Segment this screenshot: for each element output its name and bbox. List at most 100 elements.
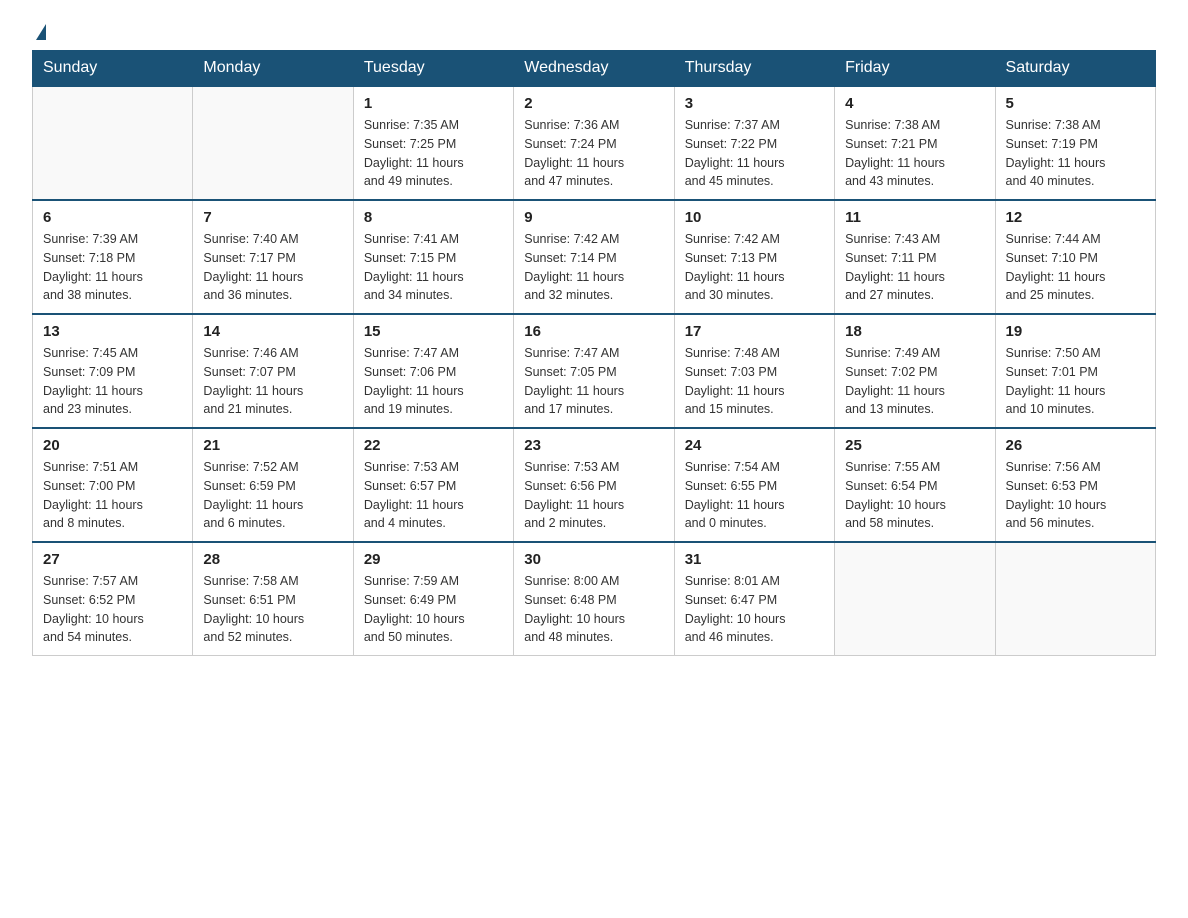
day-number: 25	[845, 437, 984, 454]
weekday-header-wednesday: Wednesday	[514, 51, 674, 87]
weekday-header-tuesday: Tuesday	[353, 51, 513, 87]
day-number: 23	[524, 437, 663, 454]
calendar-cell: 24 Sunrise: 7:54 AM Sunset: 6:55 PM Dayli…	[674, 428, 834, 542]
calendar-cell: 4 Sunrise: 7:38 AM Sunset: 7:21 PM Daylig…	[835, 86, 995, 200]
day-info: Sunrise: 7:35 AM Sunset: 7:25 PM Dayligh…	[364, 116, 503, 191]
day-number: 24	[685, 437, 824, 454]
day-number: 8	[364, 209, 503, 226]
day-info: Sunrise: 7:44 AM Sunset: 7:10 PM Dayligh…	[1006, 230, 1145, 305]
day-info: Sunrise: 7:42 AM Sunset: 7:14 PM Dayligh…	[524, 230, 663, 305]
calendar-cell: 9 Sunrise: 7:42 AM Sunset: 7:14 PM Daylig…	[514, 200, 674, 314]
day-number: 12	[1006, 209, 1145, 226]
calendar-cell: 13 Sunrise: 7:45 AM Sunset: 7:09 PM Dayli…	[33, 314, 193, 428]
day-number: 30	[524, 551, 663, 568]
day-info: Sunrise: 7:42 AM Sunset: 7:13 PM Dayligh…	[685, 230, 824, 305]
day-number: 28	[203, 551, 342, 568]
day-number: 31	[685, 551, 824, 568]
calendar-cell: 27 Sunrise: 7:57 AM Sunset: 6:52 PM Dayli…	[33, 542, 193, 656]
calendar-cell: 20 Sunrise: 7:51 AM Sunset: 7:00 PM Dayli…	[33, 428, 193, 542]
calendar-cell: 28 Sunrise: 7:58 AM Sunset: 6:51 PM Dayli…	[193, 542, 353, 656]
day-info: Sunrise: 7:55 AM Sunset: 6:54 PM Dayligh…	[845, 458, 984, 533]
day-info: Sunrise: 7:49 AM Sunset: 7:02 PM Dayligh…	[845, 344, 984, 419]
day-info: Sunrise: 7:36 AM Sunset: 7:24 PM Dayligh…	[524, 116, 663, 191]
day-info: Sunrise: 7:53 AM Sunset: 6:56 PM Dayligh…	[524, 458, 663, 533]
day-number: 17	[685, 323, 824, 340]
day-number: 21	[203, 437, 342, 454]
calendar-cell: 7 Sunrise: 7:40 AM Sunset: 7:17 PM Daylig…	[193, 200, 353, 314]
day-info: Sunrise: 7:46 AM Sunset: 7:07 PM Dayligh…	[203, 344, 342, 419]
day-info: Sunrise: 7:53 AM Sunset: 6:57 PM Dayligh…	[364, 458, 503, 533]
day-info: Sunrise: 7:41 AM Sunset: 7:15 PM Dayligh…	[364, 230, 503, 305]
calendar-cell: 19 Sunrise: 7:50 AM Sunset: 7:01 PM Dayli…	[995, 314, 1155, 428]
day-info: Sunrise: 7:57 AM Sunset: 6:52 PM Dayligh…	[43, 572, 182, 647]
calendar-cell: 3 Sunrise: 7:37 AM Sunset: 7:22 PM Daylig…	[674, 86, 834, 200]
day-number: 20	[43, 437, 182, 454]
calendar-cell: 25 Sunrise: 7:55 AM Sunset: 6:54 PM Dayli…	[835, 428, 995, 542]
day-number: 2	[524, 95, 663, 112]
day-number: 19	[1006, 323, 1145, 340]
day-number: 27	[43, 551, 182, 568]
weekday-header-friday: Friday	[835, 51, 995, 87]
calendar-cell	[193, 86, 353, 200]
day-info: Sunrise: 7:38 AM Sunset: 7:19 PM Dayligh…	[1006, 116, 1145, 191]
day-number: 6	[43, 209, 182, 226]
week-row-2: 6 Sunrise: 7:39 AM Sunset: 7:18 PM Daylig…	[33, 200, 1156, 314]
day-info: Sunrise: 7:56 AM Sunset: 6:53 PM Dayligh…	[1006, 458, 1145, 533]
calendar-table: SundayMondayTuesdayWednesdayThursdayFrid…	[32, 50, 1156, 656]
calendar-cell: 31 Sunrise: 8:01 AM Sunset: 6:47 PM Dayli…	[674, 542, 834, 656]
calendar-cell	[33, 86, 193, 200]
calendar-cell: 11Sunrise: 7:43 AM Sunset: 7:11 PM Dayli…	[835, 200, 995, 314]
calendar-cell: 5 Sunrise: 7:38 AM Sunset: 7:19 PM Daylig…	[995, 86, 1155, 200]
day-number: 7	[203, 209, 342, 226]
calendar-cell: 29Sunrise: 7:59 AM Sunset: 6:49 PM Dayli…	[353, 542, 513, 656]
day-number: 14	[203, 323, 342, 340]
day-info: Sunrise: 7:59 AM Sunset: 6:49 PM Dayligh…	[364, 572, 503, 647]
day-info: Sunrise: 7:40 AM Sunset: 7:17 PM Dayligh…	[203, 230, 342, 305]
day-info: Sunrise: 8:00 AM Sunset: 6:48 PM Dayligh…	[524, 572, 663, 647]
calendar-cell: 23 Sunrise: 7:53 AM Sunset: 6:56 PM Dayli…	[514, 428, 674, 542]
day-info: Sunrise: 7:39 AM Sunset: 7:18 PM Dayligh…	[43, 230, 182, 305]
weekday-header-row: SundayMondayTuesdayWednesdayThursdayFrid…	[33, 51, 1156, 87]
week-row-1: 1 Sunrise: 7:35 AM Sunset: 7:25 PM Daylig…	[33, 86, 1156, 200]
logo-triangle-icon	[36, 24, 46, 40]
calendar-cell: 17 Sunrise: 7:48 AM Sunset: 7:03 PM Dayli…	[674, 314, 834, 428]
day-info: Sunrise: 8:01 AM Sunset: 6:47 PM Dayligh…	[685, 572, 824, 647]
day-info: Sunrise: 7:45 AM Sunset: 7:09 PM Dayligh…	[43, 344, 182, 419]
day-number: 1	[364, 95, 503, 112]
calendar-cell: 30 Sunrise: 8:00 AM Sunset: 6:48 PM Dayli…	[514, 542, 674, 656]
day-info: Sunrise: 7:54 AM Sunset: 6:55 PM Dayligh…	[685, 458, 824, 533]
day-info: Sunrise: 7:38 AM Sunset: 7:21 PM Dayligh…	[845, 116, 984, 191]
day-number: 10	[685, 209, 824, 226]
day-info: Sunrise: 7:37 AM Sunset: 7:22 PM Dayligh…	[685, 116, 824, 191]
day-number: 15	[364, 323, 503, 340]
calendar-cell: 21 Sunrise: 7:52 AM Sunset: 6:59 PM Dayli…	[193, 428, 353, 542]
calendar-cell: 1 Sunrise: 7:35 AM Sunset: 7:25 PM Daylig…	[353, 86, 513, 200]
day-info: Sunrise: 7:51 AM Sunset: 7:00 PM Dayligh…	[43, 458, 182, 533]
logo	[32, 24, 46, 38]
week-row-3: 13 Sunrise: 7:45 AM Sunset: 7:09 PM Dayli…	[33, 314, 1156, 428]
day-number: 3	[685, 95, 824, 112]
day-info: Sunrise: 7:52 AM Sunset: 6:59 PM Dayligh…	[203, 458, 342, 533]
day-info: Sunrise: 7:50 AM Sunset: 7:01 PM Dayligh…	[1006, 344, 1145, 419]
calendar-cell	[835, 542, 995, 656]
day-number: 22	[364, 437, 503, 454]
day-number: 4	[845, 95, 984, 112]
day-info: Sunrise: 7:58 AM Sunset: 6:51 PM Dayligh…	[203, 572, 342, 647]
day-number: 9	[524, 209, 663, 226]
day-number: 13	[43, 323, 182, 340]
weekday-header-saturday: Saturday	[995, 51, 1155, 87]
calendar-cell: 16Sunrise: 7:47 AM Sunset: 7:05 PM Dayli…	[514, 314, 674, 428]
calendar-cell: 26Sunrise: 7:56 AM Sunset: 6:53 PM Dayli…	[995, 428, 1155, 542]
calendar-cell: 18Sunrise: 7:49 AM Sunset: 7:02 PM Dayli…	[835, 314, 995, 428]
calendar-cell: 6 Sunrise: 7:39 AM Sunset: 7:18 PM Daylig…	[33, 200, 193, 314]
week-row-5: 27 Sunrise: 7:57 AM Sunset: 6:52 PM Dayli…	[33, 542, 1156, 656]
calendar-cell: 12 Sunrise: 7:44 AM Sunset: 7:10 PM Dayli…	[995, 200, 1155, 314]
day-info: Sunrise: 7:47 AM Sunset: 7:05 PM Dayligh…	[524, 344, 663, 419]
week-row-4: 20 Sunrise: 7:51 AM Sunset: 7:00 PM Dayli…	[33, 428, 1156, 542]
day-number: 5	[1006, 95, 1145, 112]
day-info: Sunrise: 7:48 AM Sunset: 7:03 PM Dayligh…	[685, 344, 824, 419]
day-info: Sunrise: 7:47 AM Sunset: 7:06 PM Dayligh…	[364, 344, 503, 419]
calendar-cell: 10 Sunrise: 7:42 AM Sunset: 7:13 PM Dayli…	[674, 200, 834, 314]
calendar-cell: 2 Sunrise: 7:36 AM Sunset: 7:24 PM Daylig…	[514, 86, 674, 200]
weekday-header-monday: Monday	[193, 51, 353, 87]
